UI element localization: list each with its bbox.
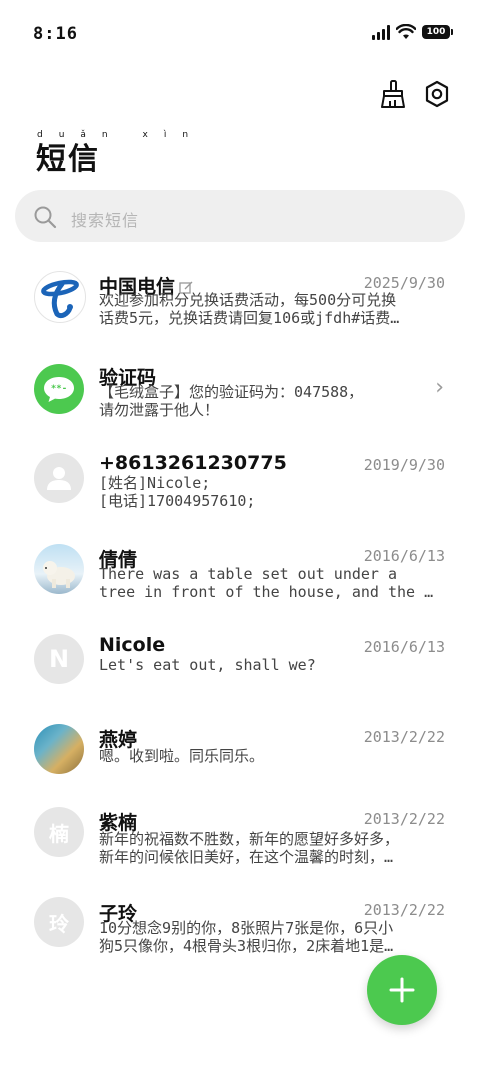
conversation-preview: [姓名]Nicole; [电话]17004957610; <box>99 474 447 510</box>
page-title: 短信 <box>36 142 100 177</box>
preview-line-2: [电话]17004957610; <box>99 492 256 510</box>
conversation-preview: 嗯。收到啦。同乐同乐。 <box>99 747 447 765</box>
new-message-button[interactable] <box>367 955 437 1025</box>
status-time: 8:16 <box>33 24 78 44</box>
preview-line-1: 新年的祝福数不胜数，新年的愿望好多好多， <box>99 830 400 848</box>
avatar-letter: 楠 <box>34 807 84 857</box>
landscape-photo <box>34 724 84 774</box>
avatar-letter: N <box>34 634 84 684</box>
search-icon <box>34 206 57 229</box>
conversation-date: 2019/9/30 <box>363 456 445 474</box>
search-bar[interactable]: 搜索短信 <box>15 190 465 242</box>
preview-line-2: 话费5元，兑换话费请回复106或jfdh#话费… <box>99 309 400 327</box>
conversation-preview: 新年的祝福数不胜数，新年的愿望好多好多， 新年的问候依旧美好，在这个温馨的时刻，… <box>99 830 447 866</box>
conversation-date: 2013/2/22 <box>363 810 445 828</box>
conversation-name: +8613261230775 <box>99 452 287 474</box>
conversation-preview: Let's eat out, shall we? <box>99 656 447 674</box>
person-icon <box>34 453 84 503</box>
search-placeholder: 搜索短信 <box>71 211 140 230</box>
conversation-name: Nicole <box>99 634 166 656</box>
battery-icon: 100 <box>422 25 453 39</box>
message-bubble-icon: **- <box>34 364 84 414</box>
polar-bear-photo <box>34 544 84 594</box>
china-telecom-logo-icon <box>34 271 86 323</box>
preview-line-1: [姓名]Nicole; <box>99 474 211 492</box>
conversation-row[interactable]: 中国电信 2025/9/30 欢迎参加积分兑换话费活动，每500分可兑换 话费5… <box>0 262 480 352</box>
conversation-date: 2013/2/22 <box>363 901 445 919</box>
signal-icon <box>372 24 390 40</box>
plus-icon <box>389 977 415 1003</box>
status-icons: 100 <box>372 24 453 40</box>
conversation-preview: 10分想念9别的你，8张照片7张是你，6只小 狗5只像你，4根骨头3根归你，2床… <box>99 919 447 955</box>
preview-line-1: 10分想念9别的你，8张照片7张是你，6只小 <box>99 919 394 937</box>
conversation-row[interactable]: 燕婷 2013/2/22 嗯。收到啦。同乐同乐。 <box>0 717 480 807</box>
preview-line-1: 欢迎参加积分兑换话费活动，每500分可兑换 <box>99 291 397 309</box>
conversation-row[interactable]: N Nicole 2016/6/13 Let's eat out, shall … <box>0 627 480 717</box>
header-actions <box>378 78 452 110</box>
preview-line-2: tree in front of the house, and the … <box>99 583 434 601</box>
conversation-row[interactable]: **- 验证码 › 【毛绒盒子】您的验证码为：047588， 请勿泄露于他人！ <box>0 355 480 445</box>
conversation-date: 2016/6/13 <box>363 547 445 565</box>
svg-text:**-: **- <box>51 384 67 394</box>
conversation-row[interactable]: 楠 紫楠 2013/2/22 新年的祝福数不胜数，新年的愿望好多好多， 新年的问… <box>0 802 480 892</box>
conversation-preview: 欢迎参加积分兑换话费活动，每500分可兑换 话费5元，兑换话费请回复106或jf… <box>99 291 447 327</box>
conversation-preview: 【毛绒盒子】您的验证码为：047588， 请勿泄露于他人！ <box>99 383 447 419</box>
wifi-icon <box>396 24 416 39</box>
preview-line-2: 新年的问候依旧美好，在这个温馨的时刻，… <box>99 848 394 866</box>
preview-line-1: 【毛绒盒子】您的验证码为：047588， <box>99 383 364 401</box>
conversation-date: 2016/6/13 <box>363 638 445 656</box>
clean-broom-icon[interactable] <box>378 78 408 110</box>
conversation-row[interactable]: +8613261230775 2019/9/30 [姓名]Nicole; [电话… <box>0 445 480 535</box>
preview-line-1: There was a table set out under a <box>99 565 398 583</box>
status-bar: 8:16 100 <box>0 0 480 60</box>
avatar-letter: 玲 <box>34 897 84 947</box>
conversation-date: 2013/2/22 <box>363 728 445 746</box>
preview-line-1: Let's eat out, shall we? <box>99 656 316 674</box>
conversation-preview: There was a table set out under a tree i… <box>99 565 447 601</box>
settings-gear-icon[interactable] <box>422 78 452 110</box>
conversation-row[interactable]: 倩倩 2016/6/13 There was a table set out u… <box>0 536 480 626</box>
preview-line-2: 狗5只像你，4根骨头3根归你，2床着地1是… <box>99 937 394 955</box>
preview-line-1: 嗯。收到啦。同乐同乐。 <box>99 747 265 765</box>
conversation-date: 2025/9/30 <box>363 274 445 292</box>
preview-line-2: 请勿泄露于他人！ <box>99 401 220 419</box>
